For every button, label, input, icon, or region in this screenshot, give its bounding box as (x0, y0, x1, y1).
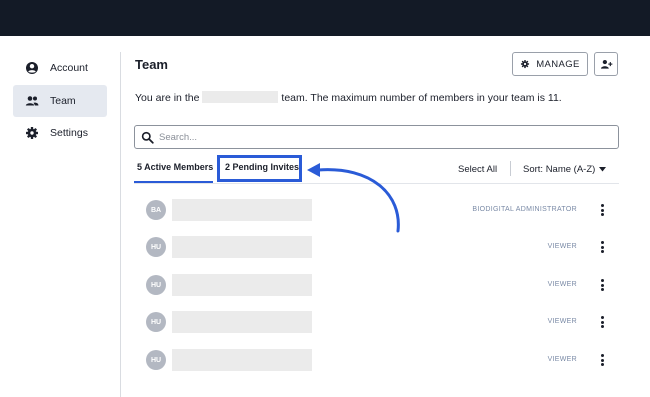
team-info-text: You are in the team. The maximum number o… (135, 91, 562, 104)
avatar: HU (146, 237, 166, 257)
more-options-icon[interactable] (599, 239, 605, 255)
sidebar-divider (120, 52, 121, 397)
avatar: HU (146, 312, 166, 332)
search-box[interactable] (134, 125, 619, 149)
sidebar-item-label: Team (50, 95, 76, 107)
member-row[interactable]: BA BIODIGITAL ADMINISTRATOR (134, 192, 619, 228)
member-role: VIEWER (547, 243, 577, 250)
member-row[interactable]: HU VIEWER (134, 304, 619, 340)
user-circle-icon (24, 60, 40, 76)
redacted-member-name (172, 349, 312, 371)
top-bar (0, 0, 650, 36)
redacted-member-name (172, 311, 312, 333)
page-title: Team (135, 57, 168, 72)
avatar: HU (146, 350, 166, 370)
tab-active-members[interactable]: 5 Active Members (137, 162, 213, 172)
more-options-icon[interactable] (599, 277, 605, 293)
gear-icon (24, 125, 40, 141)
more-options-icon[interactable] (599, 352, 605, 368)
pending-invites-highlight-box (217, 155, 302, 182)
caret-down-icon (599, 167, 607, 172)
redacted-member-name (172, 236, 312, 258)
more-options-icon[interactable] (599, 202, 605, 218)
member-row[interactable]: HU VIEWER (134, 267, 619, 303)
select-all-button[interactable]: Select All (458, 164, 497, 175)
member-row[interactable]: HU VIEWER (134, 342, 619, 378)
member-role: VIEWER (547, 281, 577, 288)
manage-button[interactable]: MANAGE (512, 52, 588, 76)
member-row[interactable]: HU VIEWER (134, 229, 619, 265)
add-user-button[interactable] (594, 52, 618, 76)
sidebar-item-label: Account (50, 62, 88, 74)
avatar: BA (146, 200, 166, 220)
redacted-team-name (202, 91, 279, 103)
sort-dropdown[interactable]: Sort: Name (A-Z) (523, 164, 607, 175)
sidebar-item-team[interactable]: Team (13, 85, 107, 117)
more-options-icon[interactable] (599, 314, 605, 330)
sort-label: Sort: Name (A-Z) (523, 164, 596, 175)
manage-button-label: MANAGE (536, 58, 580, 70)
team-info-prefix: You are in the (135, 92, 200, 104)
tabs-divider (134, 183, 619, 184)
sidebar-item-label: Settings (50, 127, 88, 139)
toolbar-separator (510, 161, 511, 176)
search-input[interactable] (159, 129, 609, 145)
member-role: VIEWER (547, 318, 577, 325)
gear-icon (520, 59, 530, 69)
redacted-member-name (172, 199, 312, 221)
member-role: VIEWER (547, 356, 577, 363)
search-icon (141, 131, 154, 144)
avatar: HU (146, 275, 166, 295)
sidebar-item-account[interactable]: Account (13, 52, 107, 84)
team-info-suffix: team. The maximum number of members in y… (281, 92, 562, 104)
users-icon (24, 93, 40, 109)
sidebar-item-settings[interactable]: Settings (13, 117, 107, 149)
redacted-member-name (172, 274, 312, 296)
add-user-icon (600, 58, 613, 71)
member-role: BIODIGITAL ADMINISTRATOR (472, 206, 577, 213)
